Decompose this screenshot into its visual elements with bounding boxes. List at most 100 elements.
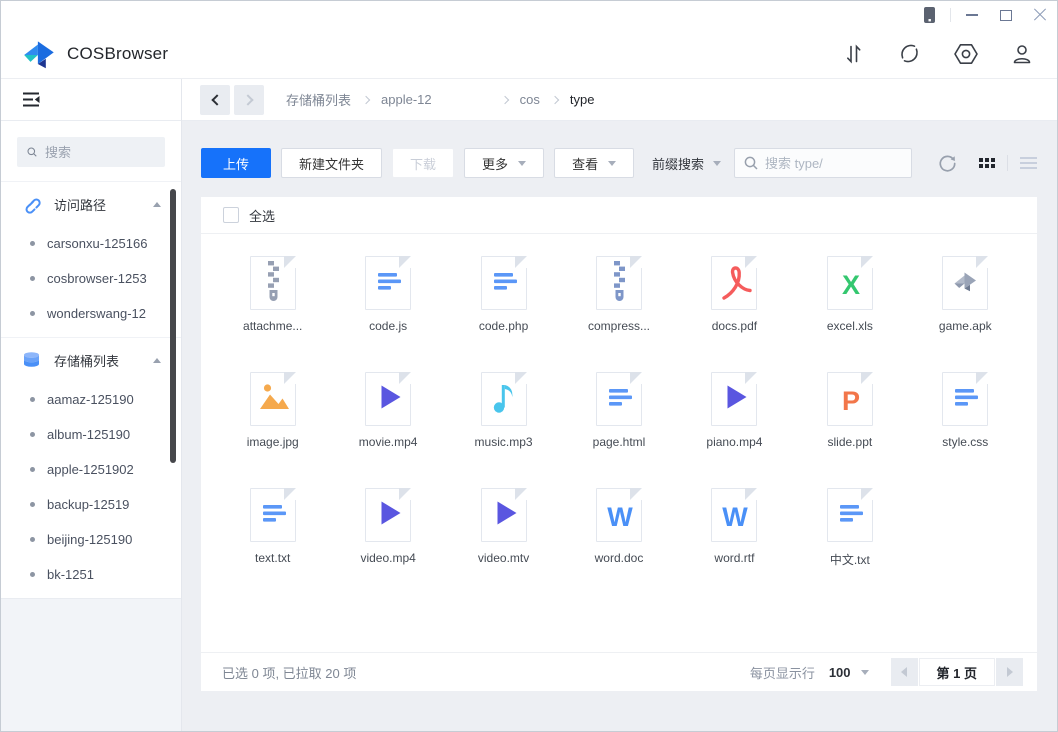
sidebar-item-bucket[interactable]: bk-1251 <box>1 557 181 592</box>
forward-button[interactable] <box>234 85 264 115</box>
file-name: page.html <box>561 435 676 449</box>
back-button[interactable] <box>200 85 230 115</box>
collapse-caret-icon[interactable] <box>153 358 161 363</box>
per-page-select[interactable]: 每页显示行 100 <box>750 663 869 682</box>
upload-button[interactable]: 上传 <box>201 148 271 178</box>
file-item[interactable]: video.mtv <box>446 488 561 604</box>
search-icon <box>744 156 758 170</box>
file-item[interactable]: piano.mp4 <box>677 372 792 488</box>
file-item[interactable]: code.php <box>446 256 561 372</box>
settings-icon[interactable] <box>954 43 978 65</box>
main-area: 存储桶列表 apple-12 cos type 上传 <box>182 79 1057 731</box>
collapse-sidebar-icon[interactable] <box>23 92 40 107</box>
file-item[interactable]: attachme... <box>215 256 330 372</box>
chevron-down-icon <box>608 161 616 166</box>
new-folder-button[interactable]: 新建文件夹 <box>281 148 382 178</box>
breadcrumb-item[interactable]: apple-12 <box>381 92 432 107</box>
download-button[interactable]: 下载 <box>392 148 454 178</box>
file-item[interactable]: X excel.xls <box>792 256 907 372</box>
sidebar-item-bucket[interactable]: apple-1251902 <box>1 452 181 487</box>
link-icon <box>22 195 41 214</box>
close-button[interactable] <box>1023 2 1057 28</box>
titlebar <box>1 1 1057 29</box>
file-item[interactable]: code.js <box>330 256 445 372</box>
prev-page-button[interactable] <box>891 658 918 686</box>
per-page-value: 100 <box>829 665 851 680</box>
file-panel: 全选 <box>201 197 1037 691</box>
sidebar-item-bucket[interactable]: backup-12519 <box>1 487 181 522</box>
transfer-list-icon[interactable] <box>843 43 865 65</box>
minimize-button[interactable] <box>955 2 989 28</box>
file-item[interactable]: music.mp3 <box>446 372 561 488</box>
toolbar: 上传 新建文件夹 下载 更多 查看 前缀搜索 <box>201 148 1037 178</box>
file-icon <box>365 372 411 426</box>
file-name: video.mp4 <box>330 551 445 565</box>
sidebar-item-bucket[interactable]: beijing-125190 <box>1 522 181 557</box>
file-search-input[interactable] <box>765 156 895 171</box>
prefix-search-label: 前缀搜索 <box>652 154 704 173</box>
file-name: docs.pdf <box>677 319 792 333</box>
sidebar-item-access-path[interactable]: cosbrowser-1253 <box>1 261 181 296</box>
sidebar-item-access-path[interactable]: wonderswang-12 <box>1 296 181 331</box>
view-button[interactable]: 查看 <box>554 148 634 178</box>
sidebar-item-label: apple-1251902 <box>47 462 134 477</box>
sidebar-item-bucket[interactable]: album-125190 <box>1 417 181 452</box>
chevron-down-icon <box>518 161 526 166</box>
list-view-button[interactable] <box>1020 157 1037 169</box>
bucket-list: aamaz-125190 album-125190 apple-1251902 <box>1 382 181 592</box>
group-header-buckets[interactable]: 存储桶列表 <box>1 338 181 382</box>
file-item[interactable]: P slide.ppt <box>792 372 907 488</box>
sidebar-search[interactable] <box>17 137 165 167</box>
sidebar-scrollbar[interactable] <box>170 189 176 463</box>
file-item[interactable]: text.txt <box>215 488 330 604</box>
file-name: image.jpg <box>215 435 330 449</box>
maximize-button[interactable] <box>989 2 1023 28</box>
file-name: video.mtv <box>446 551 561 565</box>
file-item[interactable]: W word.rtf <box>677 488 792 604</box>
bullet-icon <box>30 432 35 437</box>
mobile-view-button[interactable] <box>912 2 946 28</box>
file-item[interactable]: page.html <box>561 372 676 488</box>
select-all-checkbox[interactable] <box>223 207 239 223</box>
sidebar-item-label: carsonxu-125166 <box>47 236 147 251</box>
sidebar-item-label: beijing-125190 <box>47 532 132 547</box>
sync-icon[interactable] <box>898 42 921 65</box>
file-item[interactable]: game.apk <box>908 256 1023 372</box>
breadcrumb-separator-icon <box>500 95 508 103</box>
file-item[interactable]: movie.mp4 <box>330 372 445 488</box>
sidebar-item-bucket[interactable]: aamaz-125190 <box>1 382 181 417</box>
file-item[interactable]: image.jpg <box>215 372 330 488</box>
more-button[interactable]: 更多 <box>464 148 544 178</box>
next-page-button[interactable] <box>996 658 1023 686</box>
chevron-down-icon <box>713 161 721 166</box>
bucket-icon <box>22 351 41 370</box>
file-item[interactable]: W word.doc <box>561 488 676 604</box>
file-item[interactable]: video.mp4 <box>330 488 445 604</box>
sidebar-item-label: album-125190 <box>47 427 130 442</box>
file-search[interactable] <box>734 148 912 178</box>
file-item[interactable]: style.css <box>908 372 1023 488</box>
group-header-access-paths[interactable]: 访问路径 <box>1 182 181 226</box>
refresh-button[interactable] <box>938 154 957 173</box>
select-all-label: 全选 <box>249 206 275 225</box>
file-item[interactable]: compress... <box>561 256 676 372</box>
breadcrumb-item[interactable]: cos <box>520 92 540 107</box>
collapse-caret-icon[interactable] <box>153 202 161 207</box>
svg-text:X: X <box>842 270 860 300</box>
file-name: piano.mp4 <box>677 435 792 449</box>
sidebar-search-input[interactable] <box>45 145 155 160</box>
breadcrumb-item[interactable]: type <box>570 92 595 107</box>
refresh-icon <box>938 154 957 173</box>
group-label: 存储桶列表 <box>54 351 119 370</box>
view-button-label: 查看 <box>572 154 598 173</box>
sidebar-item-access-path[interactable]: carsonxu-125166 <box>1 226 181 261</box>
file-icon: X <box>827 256 873 310</box>
breadcrumb-item[interactable]: 存储桶列表 <box>286 90 351 109</box>
file-name: excel.xls <box>792 319 907 333</box>
account-icon[interactable] <box>1011 43 1033 65</box>
file-item[interactable]: docs.pdf <box>677 256 792 372</box>
cos-logo-icon <box>21 35 59 73</box>
prefix-search-select[interactable]: 前缀搜索 <box>652 154 721 173</box>
file-item[interactable]: 中文.txt <box>792 488 907 604</box>
grid-view-button[interactable] <box>979 158 995 168</box>
